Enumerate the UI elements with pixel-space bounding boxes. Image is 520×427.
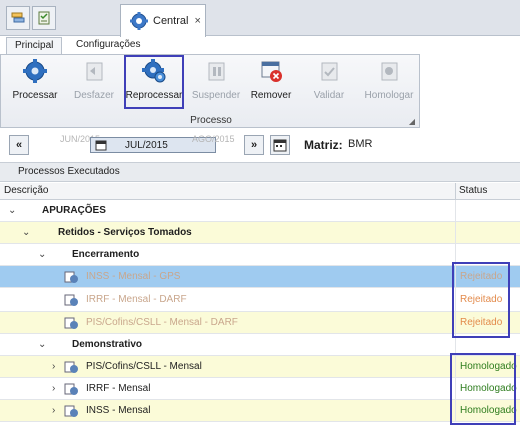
column-header: Descrição Status [0, 183, 520, 200]
annotation-highlight [452, 262, 510, 338]
calendar-button[interactable] [270, 135, 290, 155]
group-launcher-icon[interactable]: ◢ [409, 117, 415, 126]
calendar-icon [95, 140, 107, 151]
row-label: IRRF - Mensal [86, 383, 151, 394]
suspender-label: Suspender [191, 90, 241, 101]
collapse-arrow-icon[interactable]: › [52, 405, 55, 416]
process-item-icon [64, 271, 78, 283]
gear-process-icon [23, 59, 47, 83]
matriz-value: BMR [348, 138, 373, 150]
expand-arrow-icon[interactable]: ⌄ [8, 205, 16, 216]
previous-period-button[interactable]: « [9, 135, 29, 155]
desfazer-label: Desfazer [73, 90, 114, 101]
current-period-label: JUL/2015 [125, 139, 168, 151]
homologar-button[interactable]: Homologar [363, 58, 415, 104]
collapse-arrow-icon[interactable]: › [52, 361, 55, 372]
validar-button[interactable]: Validar [307, 58, 351, 104]
process-item-icon [64, 294, 78, 306]
ribbon-tabs: Principal Configurações [0, 37, 520, 54]
matriz-label: Matriz: [304, 138, 343, 152]
row-label: Retidos - Serviços Tomados [58, 227, 192, 238]
tree-row-inss-mensal[interactable]: › INSS - Mensal Homologado [0, 400, 520, 422]
pause-icon [208, 62, 225, 81]
column-status[interactable]: Status [459, 185, 487, 196]
process-item-icon [64, 361, 78, 373]
expand-arrow-icon[interactable]: ⌄ [38, 339, 46, 350]
process-item-icon [64, 317, 78, 329]
desfazer-button[interactable]: Desfazer [69, 58, 119, 104]
process-item-icon [64, 383, 78, 395]
annotation-highlight [450, 353, 516, 425]
approve-icon [381, 62, 398, 81]
tree-row-irrf-mensal[interactable]: › IRRF - Mensal Homologado [0, 378, 520, 400]
column-descricao[interactable]: Descrição [4, 185, 48, 196]
remover-button[interactable]: Remover [249, 58, 293, 104]
checklist-button[interactable] [32, 6, 56, 30]
layers-icon [11, 12, 25, 23]
suspender-button[interactable]: Suspender [191, 58, 241, 104]
tree-row-pis-darf[interactable]: PIS/Cofins/CSLL - Mensal - DARF Rejeitad… [0, 312, 520, 334]
collapse-arrow-icon[interactable]: › [52, 383, 55, 394]
row-label: APURAÇÕES [42, 205, 106, 216]
tree-row-irrf-darf[interactable]: IRRF - Mensal - DARF Rejeitado [0, 288, 520, 312]
period-strip: JUN/2015 JUL/2015 AGO/2015 [32, 134, 242, 156]
undo-icon [86, 62, 103, 81]
tree-row-demonstrativo[interactable]: ⌄ Demonstrativo [0, 334, 520, 356]
tab-principal[interactable]: Principal [6, 37, 62, 54]
remove-icon [261, 61, 282, 82]
tree-row-retidos[interactable]: ⌄ Retidos - Serviços Tomados [0, 222, 520, 244]
gear-icon [130, 12, 148, 30]
row-label: PIS/Cofins/CSLL - Mensal - DARF [86, 317, 238, 328]
tab-configuracoes[interactable]: Configurações [68, 37, 148, 54]
tree-row-apuracoes[interactable]: ⌄ APURAÇÕES [0, 200, 520, 222]
process-tree-grid: ⌄ APURAÇÕES ⌄ Retidos - Serviços Tomados… [0, 200, 520, 427]
validate-icon [321, 62, 338, 81]
process-item-icon [64, 405, 78, 417]
close-icon[interactable]: × [194, 15, 200, 27]
next-period-label[interactable]: AGO/2015 [192, 134, 235, 144]
layout-toggle-button[interactable] [6, 6, 30, 30]
expand-arrow-icon[interactable]: ⌄ [22, 227, 30, 238]
validar-label: Validar [313, 90, 345, 101]
next-period-button[interactable]: » [244, 135, 264, 155]
row-label: INSS - Mensal [86, 405, 151, 416]
period-navigator: « JUN/2015 JUL/2015 AGO/2015 » Matriz: B… [0, 130, 520, 160]
row-label: Demonstrativo [72, 339, 143, 350]
tab-central[interactable]: Central × [120, 4, 206, 37]
row-label: IRRF - Mensal - DARF [86, 294, 187, 305]
processar-button[interactable]: Processar [9, 58, 61, 104]
row-label: INSS - Mensal - GPS [86, 271, 181, 282]
processar-label: Processar [12, 90, 58, 101]
ribbon-processo-group: Processar Desfazer Reprocessar Suspender… [0, 54, 420, 128]
row-label: Encerramento [72, 249, 140, 260]
annotation-highlight [124, 55, 184, 109]
ribbon-group-label: Processo [190, 115, 232, 126]
panel-title: Processos Executados [0, 162, 520, 182]
document-tab-strip: Central × [0, 0, 520, 37]
checklist-icon [38, 11, 50, 25]
remover-label: Remover [250, 90, 292, 101]
homologar-label: Homologar [364, 90, 414, 101]
expand-arrow-icon[interactable]: ⌄ [38, 249, 46, 260]
tab-central-label: Central [153, 15, 189, 27]
tree-row-inss-gps[interactable]: INSS - Mensal - GPS Rejeitado [0, 266, 520, 288]
calendar-picker-icon [273, 139, 287, 152]
tree-row-pis-mensal[interactable]: › PIS/Cofins/CSLL - Mensal Homologado [0, 356, 520, 378]
tree-row-encerramento[interactable]: ⌄ Encerramento [0, 244, 520, 266]
row-label: PIS/Cofins/CSLL - Mensal [86, 361, 202, 372]
